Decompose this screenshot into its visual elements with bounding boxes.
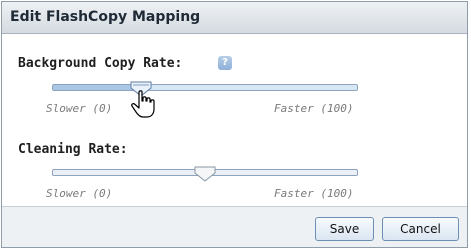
background-copy-rate-max-label: Faster (100) xyxy=(274,102,354,115)
save-button[interactable]: Save xyxy=(315,217,374,241)
dialog-title: Edit FlashCopy Mapping xyxy=(10,9,201,25)
cleaning-rate-min-label: Slower (0) xyxy=(46,187,113,200)
background-copy-rate-min-label: Slower (0) xyxy=(46,102,113,115)
slider-fill xyxy=(53,85,142,90)
dialog-titlebar: Edit FlashCopy Mapping xyxy=(2,2,467,34)
cleaning-rate-slider-thumb[interactable] xyxy=(194,166,216,182)
cleaning-rate-label: Cleaning Rate: xyxy=(18,142,128,157)
edit-flashcopy-dialog: Edit FlashCopy Mapping Background Copy R… xyxy=(1,1,468,248)
dialog-footer: Save Cancel xyxy=(2,206,467,247)
background-copy-rate-label: Background Copy Rate: xyxy=(18,56,183,71)
cancel-button[interactable]: Cancel xyxy=(382,217,459,241)
cleaning-rate-max-label: Faster (100) xyxy=(274,187,354,200)
help-icon[interactable]: ? xyxy=(218,56,232,70)
hand-cursor-icon xyxy=(131,90,155,118)
background-copy-rate-slider[interactable] xyxy=(52,84,358,91)
